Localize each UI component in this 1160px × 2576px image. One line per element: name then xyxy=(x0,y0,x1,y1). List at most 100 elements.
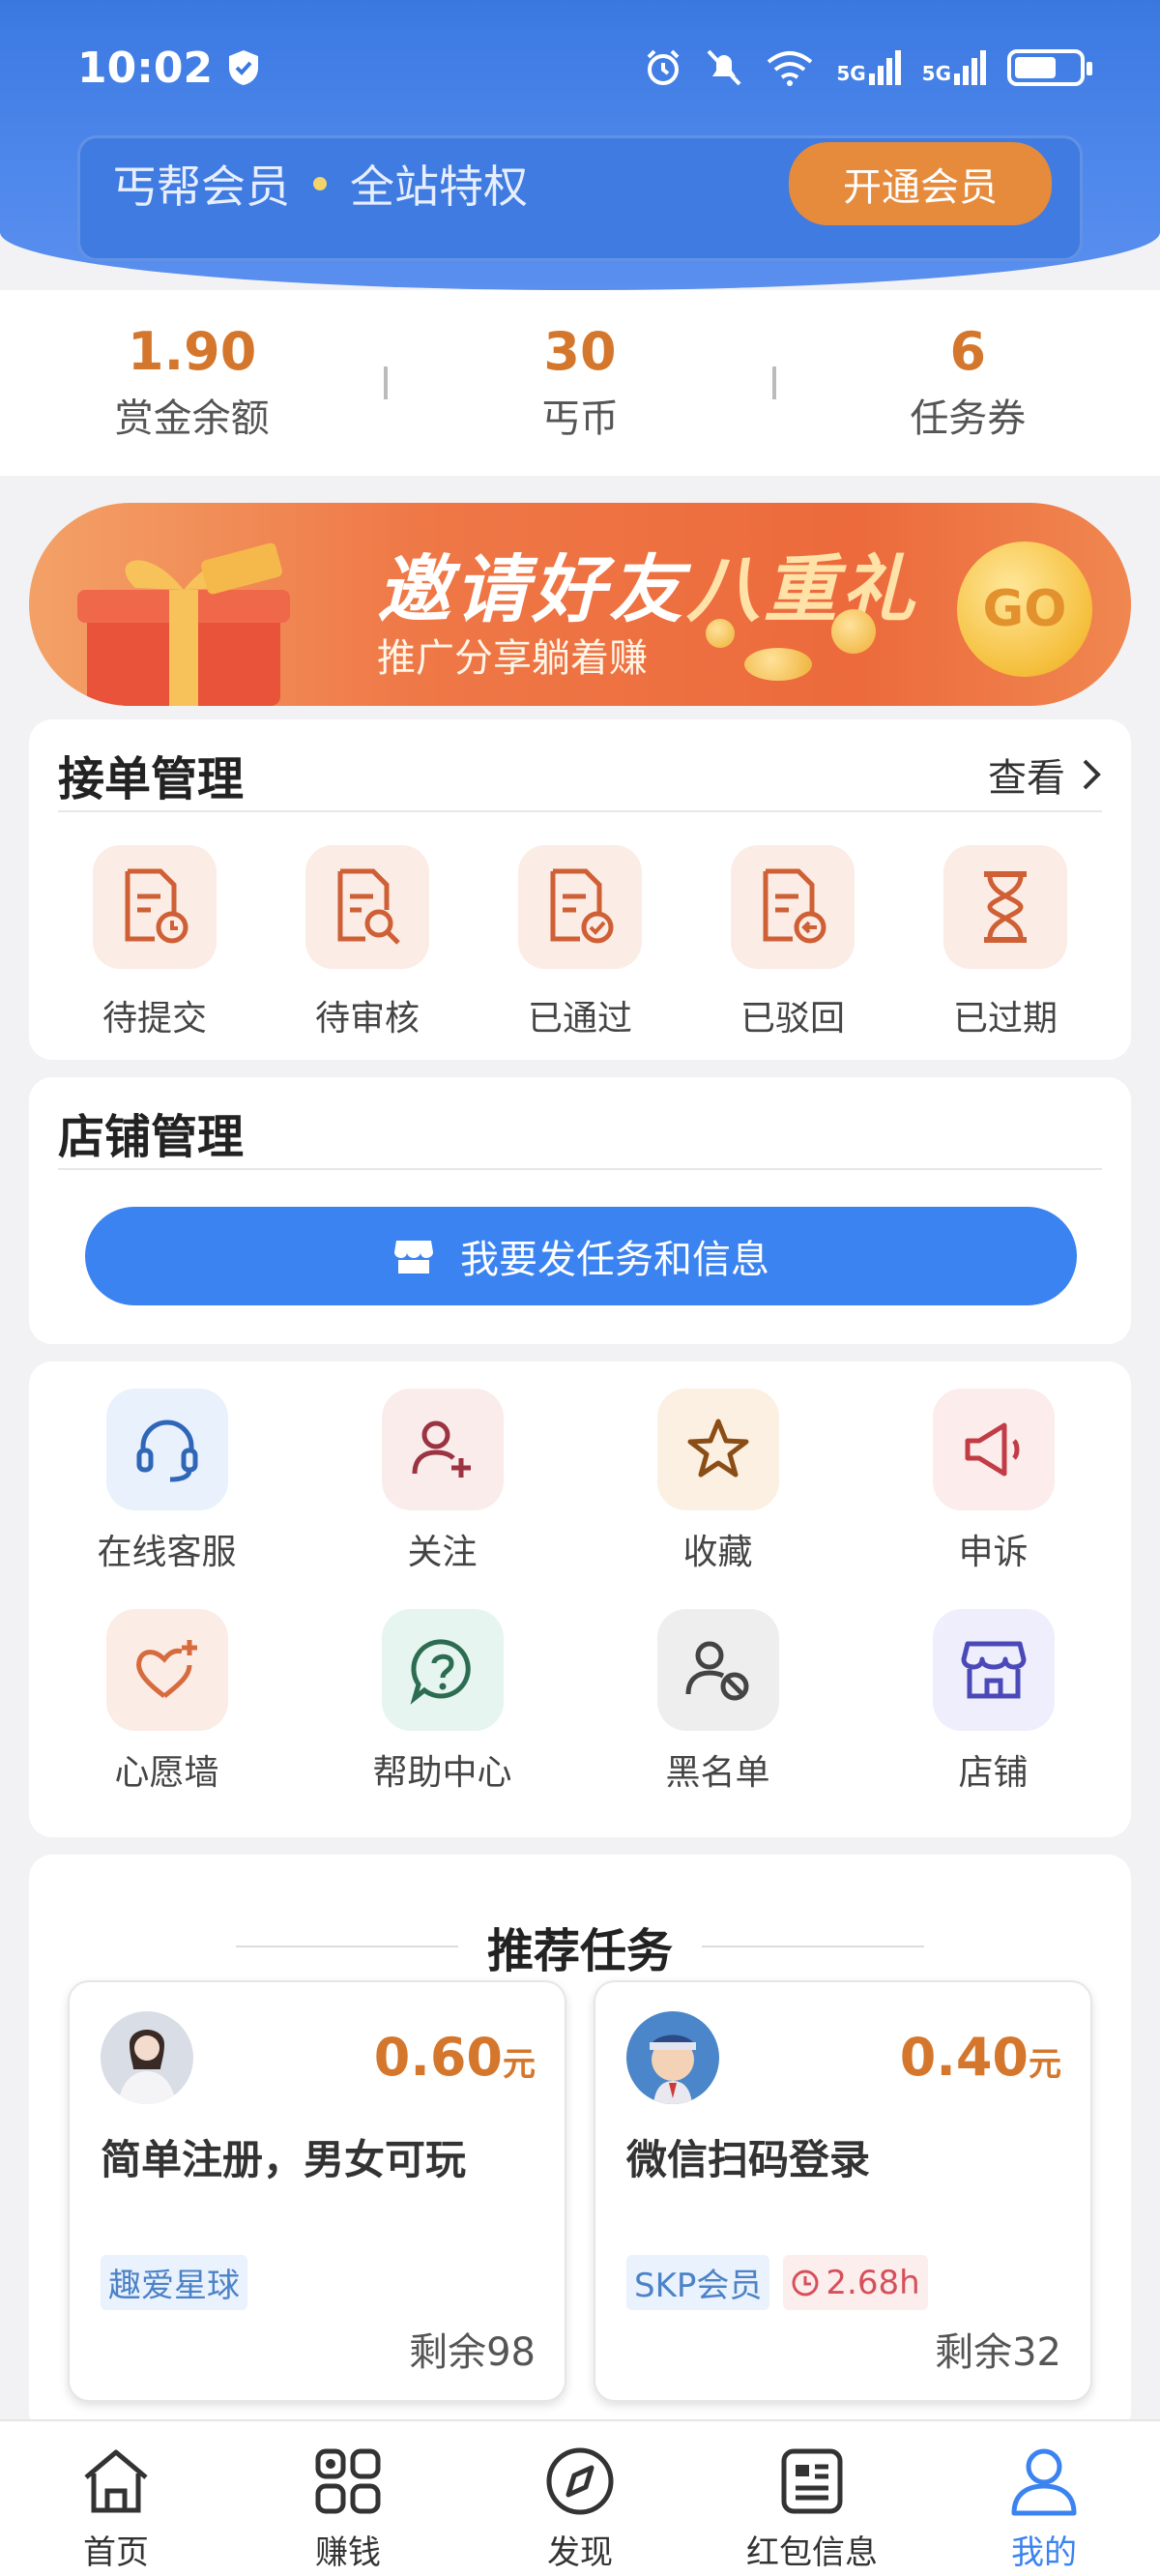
user-block-icon xyxy=(656,1609,779,1731)
stats-row: 1.90 赏金余额 30 丐币 6 任务券 xyxy=(0,290,1160,476)
tool-label: 心愿墙 xyxy=(114,1753,219,1793)
stat-value: 30 xyxy=(543,321,617,383)
recommend-card: 推荐任务 0.60元 简单注册，男女可玩 趣爱星球 剩余98 0.40元 微信扫… xyxy=(29,1855,1131,2435)
clock-icon xyxy=(792,2269,819,2296)
order-rejected[interactable]: 已驳回 xyxy=(706,845,880,1040)
task-name: 微信扫码登录 xyxy=(626,2136,871,2183)
mute-bell-icon xyxy=(707,49,741,86)
section-title: 接单管理 xyxy=(58,752,245,806)
nav-label: 发现 xyxy=(547,2533,613,2572)
nav-earn[interactable]: 赚钱 xyxy=(261,2443,435,2573)
nav-discover[interactable]: 发现 xyxy=(493,2443,667,2573)
dot-separator xyxy=(313,177,327,190)
coin-decoration xyxy=(831,609,876,654)
task-remaining: 剩余98 xyxy=(409,2330,536,2375)
order-management-card: 接单管理 查看 待提交 待审核 已通过 已驳回 已过期 xyxy=(29,719,1131,1060)
tool-store[interactable]: 店铺 xyxy=(856,1609,1131,1795)
nav-home[interactable]: 首页 xyxy=(29,2443,203,2573)
member-text: 丐帮会员 全站特权 xyxy=(112,152,528,216)
stat-balance[interactable]: 1.90 赏金余额 xyxy=(0,323,384,442)
nav-red-packet[interactable]: 红包信息 xyxy=(725,2443,899,2573)
store-icon xyxy=(932,1609,1055,1731)
alarm-icon xyxy=(647,49,680,85)
task-price: 0.40元 xyxy=(899,2027,1061,2088)
user-plus-icon xyxy=(381,1389,504,1510)
nav-me[interactable]: 我的 xyxy=(957,2443,1131,2573)
gift-box-icon xyxy=(77,542,290,706)
order-approved[interactable]: 已通过 xyxy=(493,845,667,1040)
shop-management-card: 店铺管理 我要发任务和信息 xyxy=(29,1077,1131,1344)
stat-label: 赏金余额 xyxy=(114,395,270,441)
stat-coupons[interactable]: 6 任务券 xyxy=(776,323,1160,442)
order-pending-submit[interactable]: 待提交 xyxy=(68,845,242,1040)
chevron-right-icon xyxy=(1083,759,1101,790)
nav-label: 首页 xyxy=(83,2533,149,2572)
publish-task-button[interactable]: 我要发任务和信息 xyxy=(85,1207,1077,1305)
task-remaining: 剩余32 xyxy=(935,2330,1061,2375)
doc-return-icon xyxy=(731,845,855,969)
heart-plus-icon xyxy=(105,1609,228,1731)
megaphone-icon xyxy=(932,1389,1055,1510)
header: 10:02 5G 5G 丐帮会员 全站特权 开通会员 xyxy=(0,0,1160,290)
order-status-grid: 待提交 待审核 已通过 已驳回 已过期 xyxy=(29,845,1131,1040)
nav-label: 赚钱 xyxy=(315,2533,381,2572)
order-label: 已通过 xyxy=(527,999,632,1039)
shop-icon xyxy=(394,1241,433,1273)
stat-value: 1.90 xyxy=(128,321,257,383)
star-icon xyxy=(656,1389,779,1510)
recommend-header: 推荐任务 xyxy=(29,1913,1131,1980)
task-card[interactable]: 0.60元 简单注册，男女可玩 趣爱星球 剩余98 xyxy=(68,1980,566,2402)
doc-clock-icon xyxy=(93,845,217,969)
banner-subtitle: 推广分享躺着赚 xyxy=(377,636,648,681)
task-tag: 趣爱星球 xyxy=(101,2255,247,2310)
tool-label: 黑名单 xyxy=(665,1753,770,1793)
avatar xyxy=(101,2011,193,2104)
view-more-link[interactable]: 查看 xyxy=(988,746,1102,803)
card-header: 接单管理 查看 xyxy=(58,739,1102,812)
shield-check-icon xyxy=(229,50,259,85)
tool-appeal[interactable]: 申诉 xyxy=(856,1389,1131,1574)
avatar xyxy=(626,2011,719,2104)
invite-banner[interactable]: 邀请好友八重礼 推广分享躺着赚 GO xyxy=(29,503,1131,706)
task-price: 0.60元 xyxy=(373,2027,536,2088)
open-membership-button[interactable]: 开通会员 xyxy=(789,142,1052,225)
stat-label: 任务券 xyxy=(910,395,1027,441)
nav-label: 我的 xyxy=(1011,2533,1077,2572)
section-title: 推荐任务 xyxy=(486,1924,673,1978)
tool-follow[interactable]: 关注 xyxy=(304,1389,580,1574)
tool-label: 帮助中心 xyxy=(372,1753,512,1793)
tool-blacklist[interactable]: 黑名单 xyxy=(580,1609,856,1795)
headset-icon xyxy=(105,1389,228,1510)
status-icons: 5G 5G xyxy=(643,47,1092,88)
order-label: 待审核 xyxy=(314,999,420,1039)
tool-customer-service[interactable]: 在线客服 xyxy=(29,1389,304,1574)
task-timer: 2.68h xyxy=(783,2255,928,2310)
tool-label: 申诉 xyxy=(958,1533,1029,1572)
order-expired[interactable]: 已过期 xyxy=(918,845,1092,1040)
divider xyxy=(702,1946,924,1947)
nav-label: 红包信息 xyxy=(746,2533,878,2572)
go-button[interactable]: GO xyxy=(957,542,1092,677)
status-bar: 10:02 5G 5G xyxy=(0,0,1160,135)
tool-label: 关注 xyxy=(407,1533,478,1572)
stat-coins[interactable]: 30 丐币 xyxy=(388,323,771,442)
tools-grid: 在线客服 关注 收藏 申诉 心愿墙 帮助中心 黑名单 店铺 xyxy=(29,1389,1131,1795)
coin-decoration xyxy=(744,648,812,681)
card-header: 店铺管理 xyxy=(58,1097,1102,1170)
tool-favorites[interactable]: 收藏 xyxy=(580,1389,856,1574)
grid-icon xyxy=(261,2443,435,2520)
section-title: 店铺管理 xyxy=(58,1110,245,1164)
task-card[interactable]: 0.40元 微信扫码登录 SKP会员 2.68h 剩余32 xyxy=(594,1980,1092,2402)
order-pending-review[interactable]: 待审核 xyxy=(280,845,454,1040)
doc-search-icon xyxy=(305,845,429,969)
member-privilege: 全站特权 xyxy=(350,161,528,213)
tools-card: 在线客服 关注 收藏 申诉 心愿墙 帮助中心 黑名单 店铺 xyxy=(29,1361,1131,1837)
bottom-nav: 首页 赚钱 发现 红包信息 我的 xyxy=(0,2419,1160,2576)
tool-wish-wall[interactable]: 心愿墙 xyxy=(29,1609,304,1795)
stat-label: 丐币 xyxy=(540,395,619,441)
tool-help-center[interactable]: 帮助中心 xyxy=(304,1609,580,1795)
tool-label: 在线客服 xyxy=(97,1533,237,1572)
tool-label: 收藏 xyxy=(682,1533,753,1572)
member-bar[interactable]: 丐帮会员 全站特权 开通会员 xyxy=(77,135,1083,261)
battery-icon xyxy=(1007,49,1092,86)
